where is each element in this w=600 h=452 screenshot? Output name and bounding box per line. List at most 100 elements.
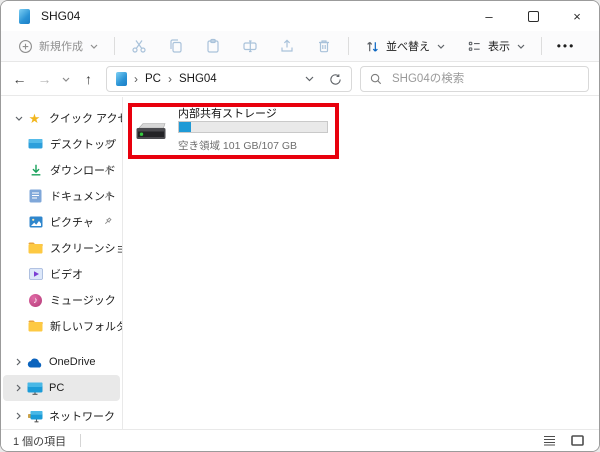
back-button[interactable]: ← <box>11 67 28 91</box>
window-title: SHG04 <box>41 9 80 23</box>
maximize-button[interactable] <box>511 1 555 31</box>
sort-arrows-icon <box>365 39 380 54</box>
status-separator <box>80 434 81 447</box>
toolbar-separator <box>114 37 115 55</box>
sidebar-item-label: PC <box>49 382 64 394</box>
address-chevron-icon[interactable] <box>305 76 314 82</box>
file-list-pane[interactable]: 内部共有ストレージ 空き領域 101 GB/107 GB <box>124 97 599 429</box>
sidebar-item-music[interactable]: ♪ ミュージック <box>3 287 120 313</box>
explorer-window: SHG04 – × 新規作成 <box>0 0 600 452</box>
title-bar: SHG04 – × <box>1 1 599 31</box>
sort-label: 並べ替え <box>386 38 430 54</box>
navigation-pane: ★ クイック アクセス デスクトップ ダウンロード ドキ <box>1 97 123 429</box>
delete-button[interactable] <box>309 33 339 59</box>
sidebar-item-quick-access[interactable]: ★ クイック アクセス <box>3 105 120 131</box>
search-input[interactable] <box>390 72 579 86</box>
new-button[interactable]: 新規作成 <box>11 33 105 59</box>
chevron-down-icon <box>517 44 525 49</box>
music-icon: ♪ <box>27 292 44 308</box>
desktop-icon <box>27 136 44 152</box>
breadcrumb-separator: › <box>134 72 138 86</box>
large-icons-view-icon <box>571 435 584 446</box>
view-button[interactable]: 表示 <box>460 33 532 59</box>
pc-monitor-icon <box>26 380 43 396</box>
search-icon <box>370 73 382 85</box>
details-view-icon <box>543 435 556 446</box>
sidebar-item-screenshots[interactable]: スクリーンショット <box>3 235 120 261</box>
forward-button[interactable]: → <box>36 67 53 91</box>
copy-icon <box>168 38 184 54</box>
item-count: 1 個の項目 <box>13 433 66 449</box>
chevron-down-icon <box>90 44 98 49</box>
copy-button[interactable] <box>161 33 191 59</box>
more-dots-icon: ••• <box>557 40 576 52</box>
sidebar-item-label: スクリーンショット <box>50 240 123 256</box>
pin-icon <box>102 216 113 227</box>
paste-button[interactable] <box>198 33 228 59</box>
video-icon <box>27 266 44 282</box>
sidebar-item-onedrive[interactable]: OneDrive <box>3 349 120 375</box>
refresh-icon[interactable] <box>329 73 342 86</box>
sidebar-item-new-folder[interactable]: 新しいフォルダー <box>3 313 120 339</box>
folder-icon <box>27 318 44 334</box>
pin-icon <box>102 190 113 201</box>
sidebar-item-desktop[interactable]: デスクトップ <box>3 131 120 157</box>
breadcrumb-separator: › <box>168 72 172 86</box>
star-icon: ★ <box>26 110 43 126</box>
search-box[interactable] <box>360 66 589 92</box>
share-icon <box>279 38 295 54</box>
capacity-bar <box>178 121 328 133</box>
address-bar[interactable]: › PC › SHG04 <box>106 66 352 92</box>
sidebar-item-label: ピクチャ <box>50 214 94 230</box>
see-more-button[interactable]: ••• <box>551 33 581 59</box>
chevron-right-icon[interactable] <box>11 412 26 420</box>
sidebar-item-pc[interactable]: PC <box>3 375 120 401</box>
picture-icon <box>27 214 44 230</box>
maximize-icon <box>528 11 539 22</box>
sidebar-item-videos[interactable]: ビデオ <box>3 261 120 287</box>
chevron-right-icon[interactable] <box>11 384 26 392</box>
chevron-down-icon <box>437 44 445 49</box>
drive-folder-icon <box>19 9 30 24</box>
plus-circle-icon <box>18 39 33 54</box>
command-toolbar: 新規作成 並べ替え <box>1 31 599 62</box>
paste-icon <box>205 38 221 54</box>
folder-icon <box>27 240 44 256</box>
view-list-icon <box>467 39 482 54</box>
cut-button[interactable] <box>124 33 154 59</box>
large-icons-view-button[interactable] <box>567 432 587 449</box>
toolbar-separator <box>541 37 542 55</box>
rename-button[interactable] <box>235 33 265 59</box>
pin-icon <box>102 164 113 175</box>
document-icon <box>27 188 44 204</box>
details-view-button[interactable] <box>539 432 559 449</box>
sidebar-item-pictures[interactable]: ピクチャ <box>3 209 120 235</box>
free-space-text: 空き領域 101 GB/107 GB <box>178 138 297 153</box>
sidebar-item-label: ビデオ <box>50 266 83 282</box>
share-button[interactable] <box>272 33 302 59</box>
chevron-down-icon[interactable] <box>11 116 26 121</box>
pin-icon <box>102 138 113 149</box>
hard-drive-icon <box>134 119 168 143</box>
minimize-button[interactable]: – <box>467 1 511 31</box>
history-chevron-button[interactable] <box>57 67 74 91</box>
sidebar-item-network[interactable]: ネットワーク <box>3 403 120 429</box>
up-button[interactable]: ↑ <box>80 67 97 91</box>
address-row: ← → ↑ › PC › SHG04 <box>1 63 599 96</box>
chevron-down-icon <box>62 77 70 82</box>
close-button[interactable]: × <box>555 1 599 31</box>
window-controls: – × <box>467 1 599 31</box>
new-label: 新規作成 <box>39 38 83 54</box>
drive-item-internal-storage[interactable]: 内部共有ストレージ 空き領域 101 GB/107 GB <box>132 105 332 155</box>
trash-icon <box>316 38 332 54</box>
sidebar-item-documents[interactable]: ドキュメント <box>3 183 120 209</box>
view-label: 表示 <box>488 38 510 54</box>
drive-folder-icon <box>116 72 127 86</box>
download-icon <box>27 162 44 178</box>
sidebar-item-downloads[interactable]: ダウンロード <box>3 157 120 183</box>
breadcrumb-shg04[interactable]: SHG04 <box>179 73 217 85</box>
sidebar-item-label: ミュージック <box>50 292 116 308</box>
chevron-right-icon[interactable] <box>11 358 26 366</box>
sort-button[interactable]: 並べ替え <box>358 33 452 59</box>
breadcrumb-pc[interactable]: PC <box>145 73 161 85</box>
